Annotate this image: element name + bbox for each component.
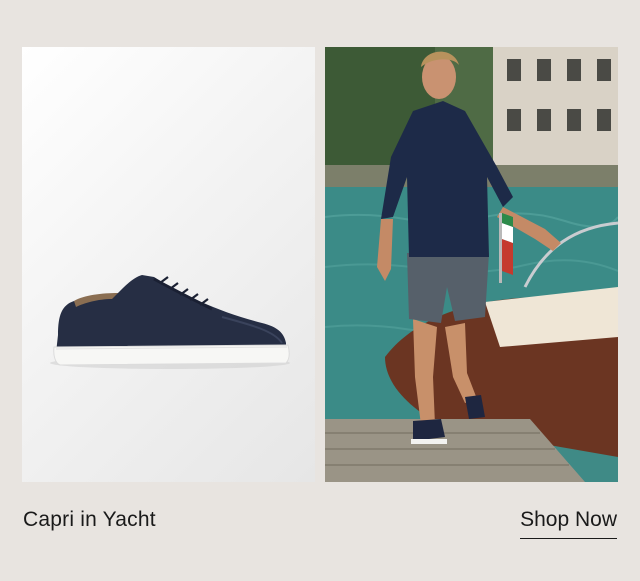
promo-card: Capri in Yacht Shop Now (0, 0, 640, 581)
promo-caption: Capri in Yacht (23, 508, 156, 531)
sneaker-illustration (50, 275, 290, 369)
product-image[interactable] (22, 47, 315, 482)
yacht-scene-illustration (325, 47, 618, 482)
shop-now-link[interactable]: Shop Now (520, 508, 617, 539)
lifestyle-image[interactable] (325, 47, 618, 482)
